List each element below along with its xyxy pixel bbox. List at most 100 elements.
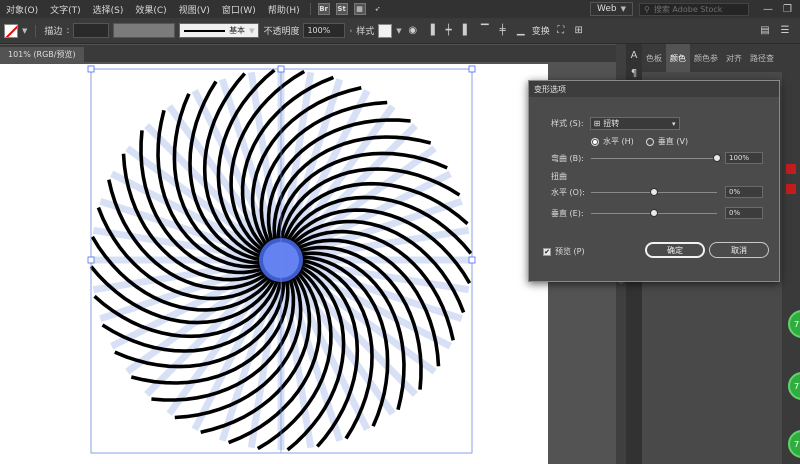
menu-bar: 对象(O) 文字(T) 选择(S) 效果(C) 视图(V) 窗口(W) 帮助(H…	[0, 0, 800, 18]
bend-slider[interactable]	[591, 158, 717, 159]
graphic-style-swatch[interactable]	[378, 23, 393, 38]
twist-style-icon: ⊞	[593, 119, 601, 128]
distortion-v-row: 垂直 (E):	[551, 208, 584, 219]
tab-pathfinder[interactable]: 路径查	[746, 53, 778, 64]
select-similar-icon[interactable]: ⊞	[572, 24, 586, 38]
horizontal-radio-label[interactable]: 水平 (H)	[603, 136, 634, 147]
menu-type[interactable]: 文字(T)	[44, 3, 87, 16]
distortion-vertical-knob[interactable]	[650, 209, 658, 217]
chevron-down-icon: ▼	[620, 5, 627, 13]
color-marker	[786, 164, 796, 174]
chevron-down-icon: ▼	[249, 26, 255, 35]
search-placeholder: 搜索 Adobe Stock	[653, 4, 723, 14]
warp-options-dialog: 变形选项 样式 (S): ⊞ 扭转 ▾ 水平 (H) 垂直 (V) 弯曲 (B)…	[528, 80, 780, 282]
resize-handle-top-right[interactable]	[468, 65, 476, 73]
align-center-icon[interactable]: ┿	[442, 24, 456, 38]
distortion-horizontal-knob[interactable]	[650, 188, 658, 196]
grid-view-icon[interactable]: ▦	[353, 3, 366, 15]
menu-view[interactable]: 视图(V)	[173, 3, 216, 16]
align-right-icon[interactable]: ▌	[460, 24, 474, 38]
distortion-horizontal-input[interactable]: 0%	[725, 186, 763, 198]
resize-handle-right[interactable]	[468, 256, 476, 264]
panel-menu-icon[interactable]: ☰	[778, 24, 792, 38]
resize-handle-top-left[interactable]	[87, 65, 95, 73]
workspace-name: Web	[597, 4, 617, 14]
distortion-horizontal-label: 水平 (O):	[551, 188, 585, 197]
tab-align[interactable]: 对齐	[722, 53, 746, 64]
menu-separator	[309, 3, 311, 15]
dialog-title: 变形选项	[529, 81, 779, 97]
document-tab[interactable]: 101% (RGB/预览)	[0, 47, 84, 62]
right-dock-strip	[782, 44, 800, 464]
workspace-switcher[interactable]: Web ▼	[590, 2, 634, 16]
fill-none-swatch[interactable]	[4, 23, 18, 38]
arrange-documents-icon[interactable]: ▤	[758, 24, 772, 38]
transform-link[interactable]: 变换	[532, 24, 550, 37]
opacity-label[interactable]: 不透明度	[263, 24, 299, 37]
preview-checkbox[interactable]: ✔	[543, 247, 551, 256]
distortion-heading-row: 扭曲	[551, 171, 567, 182]
stock-icon[interactable]: St	[335, 3, 348, 15]
character-panel-icon[interactable]: A	[627, 48, 641, 62]
bend-label: 弯曲 (B):	[551, 154, 584, 163]
distortion-h-row: 水平 (O):	[551, 187, 585, 198]
document-tab-bar: 101% (RGB/预览)	[0, 45, 616, 62]
preview-label[interactable]: 预览 (P)	[555, 246, 585, 257]
bend-slider-knob[interactable]	[713, 154, 721, 162]
twisted-radial-artwork[interactable]	[0, 64, 548, 464]
stroke-weight-input[interactable]	[73, 23, 110, 38]
vertical-radio-label[interactable]: 垂直 (V)	[658, 136, 688, 147]
control-bar: ▼ 描边 : 基本 ▼ 不透明度 100% › 样式 ▼ ◉ ▐ ┿ ▌ ▔ ╪…	[0, 18, 800, 44]
align-bottom-icon[interactable]: ▁	[514, 24, 528, 38]
isolate-group-icon[interactable]: ⛶	[554, 24, 568, 38]
chevron-down-icon[interactable]: ▼	[22, 27, 27, 35]
align-top-icon[interactable]: ▔	[478, 24, 492, 38]
stock-search-input[interactable]: ⚲ 搜索 Adobe Stock	[639, 2, 750, 16]
canvas-area[interactable]	[0, 62, 616, 464]
preview-row: ✔ 预览 (P)	[543, 246, 585, 257]
distortion-vertical-label: 垂直 (E):	[551, 209, 584, 218]
distortion-vertical-input[interactable]: 0%	[725, 207, 763, 219]
chevron-down-icon[interactable]: ▼	[396, 27, 401, 35]
align-middle-icon[interactable]: ╪	[496, 24, 510, 38]
search-icon: ⚲	[644, 4, 650, 14]
resize-handle-top[interactable]	[277, 65, 285, 73]
resize-handle-left[interactable]	[87, 256, 95, 264]
warp-style-select[interactable]: ⊞ 扭转 ▾	[589, 117, 680, 130]
tab-color-guide[interactable]: 颜色参	[690, 53, 722, 64]
color-marker	[786, 184, 796, 194]
vertical-radio[interactable]	[645, 137, 654, 146]
stroke-stepper[interactable]: :	[66, 26, 69, 36]
horizontal-radio[interactable]	[591, 137, 599, 146]
menu-object[interactable]: 对象(O)	[0, 3, 44, 16]
bend-input[interactable]: 100%	[725, 152, 763, 164]
bridge-icon[interactable]: Br	[317, 3, 330, 15]
menu-help[interactable]: 帮助(H)	[262, 3, 306, 16]
distortion-heading: 扭曲	[551, 172, 567, 181]
gpu-performance-icon[interactable]: ➶	[372, 3, 384, 15]
illustrator-window: 对象(O) 文字(T) 选择(S) 效果(C) 视图(V) 窗口(W) 帮助(H…	[0, 0, 800, 464]
menu-window[interactable]: 窗口(W)	[216, 3, 262, 16]
tab-swatches[interactable]: 色板	[642, 53, 666, 64]
artboard[interactable]	[0, 64, 548, 464]
recolor-artwork-icon[interactable]: ◉	[406, 24, 420, 38]
variable-width-profile[interactable]	[113, 23, 176, 38]
ok-button[interactable]: 确定	[645, 242, 705, 258]
style-label: 样式	[356, 27, 375, 37]
paragraph-panel-icon[interactable]: ¶	[627, 66, 641, 80]
cancel-button[interactable]: 取消	[709, 242, 769, 258]
document-tab-title: 101% (RGB/预览)	[8, 50, 76, 59]
tab-color[interactable]: 颜色	[666, 44, 690, 72]
menu-effect[interactable]: 效果(C)	[129, 3, 172, 16]
menu-select[interactable]: 选择(S)	[87, 3, 130, 16]
chevron-down-icon: ▾	[672, 119, 676, 128]
opacity-input[interactable]: 100%	[303, 23, 346, 38]
brush-definition-select[interactable]: 基本 ▼	[179, 23, 260, 38]
chevron-right-icon[interactable]: ›	[349, 27, 352, 35]
align-left-icon[interactable]: ▐	[424, 24, 438, 38]
panel-tab-bar: 色板 颜色 颜色参 对齐 路径查	[642, 44, 782, 72]
orientation-row: 水平 (H) 垂直 (V)	[591, 136, 688, 147]
maximize-button[interactable]: ❐	[783, 4, 792, 15]
minimize-button[interactable]: —	[763, 4, 773, 15]
window-controls: — ❐	[755, 4, 800, 15]
